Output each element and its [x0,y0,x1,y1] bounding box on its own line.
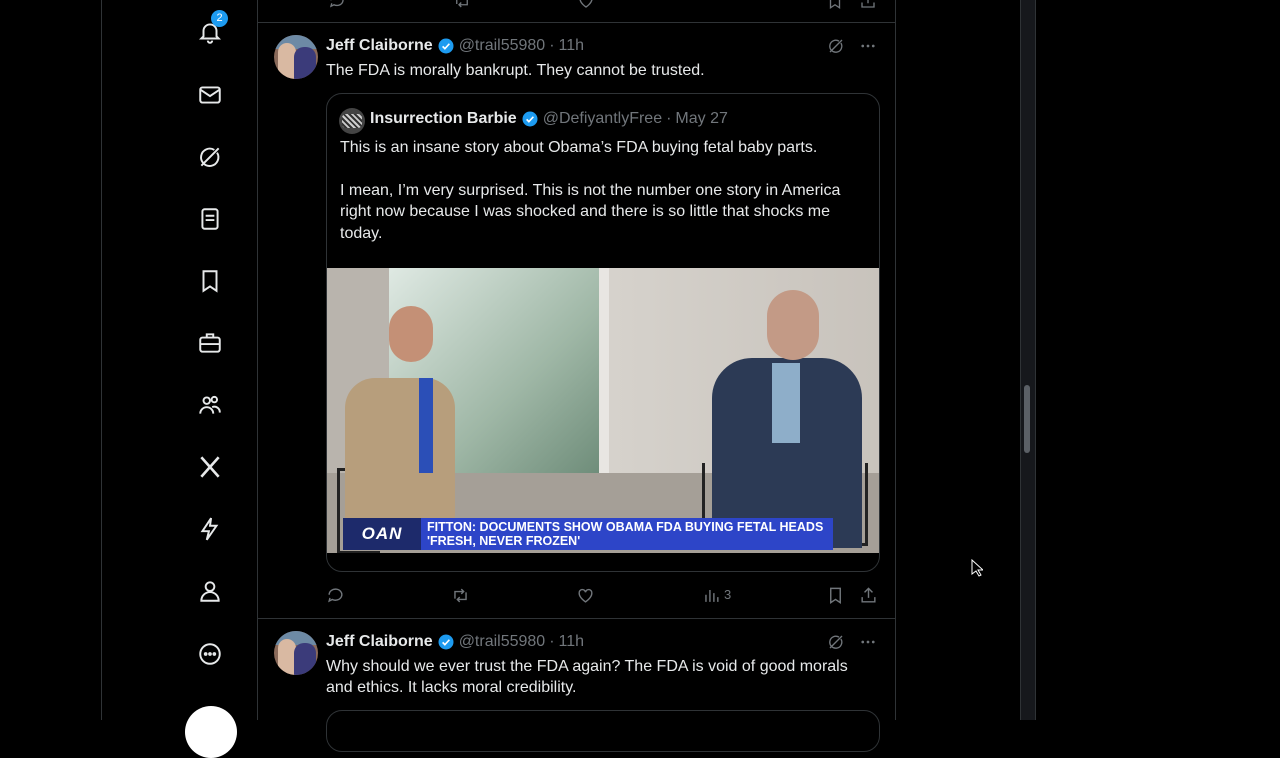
more-icon[interactable] [859,633,877,651]
share-icon[interactable] [859,586,878,605]
like-icon[interactable] [576,586,595,605]
x-logo-icon [200,456,220,478]
nav-profile[interactable] [178,567,242,615]
more-icon[interactable] [859,37,877,55]
quote-header: Insurrection Barbie @DefiyantlyFree · Ma… [370,110,728,128]
quote-date[interactable]: May 27 [675,110,727,128]
post-button[interactable] [185,706,237,758]
retweet-icon[interactable] [453,0,471,10]
verified-badge-icon [438,634,454,650]
quote-text: This is an insane story about Obama’s FD… [340,137,865,265]
mouse-cursor-icon [971,559,983,577]
grok-icon[interactable] [827,37,845,55]
news-caption: FITTON: DOCUMENTS SHOW OBAMA FDA BUYING … [421,518,833,550]
tweet[interactable]: Jeff Claiborne @trail55980 · 11h Why sho… [258,619,895,720]
author-name[interactable]: Jeff Claiborne [326,37,433,55]
quote-paragraph: I mean, I’m very surprised. This is not … [340,181,841,242]
nav-bookmarks[interactable] [178,257,242,305]
timestamp[interactable]: 11h [559,37,585,55]
quote-avatar[interactable] [339,108,365,134]
nav-notifications[interactable]: 2 [178,8,242,56]
mail-icon [199,86,221,104]
communities-icon [199,395,221,414]
nav-lists[interactable] [178,195,242,243]
nav-more[interactable] [178,630,242,678]
jobs-icon [199,333,221,353]
nav-premium[interactable] [178,443,242,491]
verified-badge-icon [438,38,454,54]
nav-verified-orgs[interactable] [178,505,242,553]
profile-icon [200,581,220,602]
previous-tweet-actions [258,0,895,23]
reply-icon[interactable] [328,0,346,10]
avatar[interactable] [274,631,318,675]
tweet-header-icons [827,633,877,651]
grok-icon[interactable] [827,633,845,651]
reply-icon[interactable] [326,586,345,605]
avatar[interactable] [274,35,318,79]
timestamp[interactable]: 11h [559,633,585,651]
feed-right-border [895,0,896,720]
scrollbar-thumb[interactable] [1024,385,1030,453]
tweet-header: Jeff Claiborne @trail55980 · 11h [326,633,584,651]
bookmark-icon [202,270,218,293]
lightning-icon [200,517,219,541]
retweet-icon[interactable] [451,586,470,605]
separator: · [549,633,555,650]
views-icon[interactable] [702,586,721,605]
tweet-text: The FDA is morally bankrupt. They cannot… [326,62,705,79]
more-circle-icon [199,643,221,665]
author-handle[interactable]: @trail55980 [459,37,546,55]
bookmark-icon[interactable] [826,586,845,605]
notification-badge: 2 [211,10,228,27]
quoted-tweet[interactable] [326,710,880,752]
verified-badge-icon [522,111,538,127]
tweet-actions: 3 [326,584,886,608]
nav-communities[interactable] [178,381,242,429]
bookmark-icon[interactable] [826,0,844,10]
author-handle[interactable]: @trail55980 [459,633,546,651]
share-icon[interactable] [859,0,877,10]
separator: · [549,37,555,54]
quote-paragraph: This is an insane story about Obama’s FD… [340,139,818,156]
quote-author-handle[interactable]: @DefiyantlyFree [543,110,662,128]
views-count: 3 [724,587,732,602]
sidebar-divider [101,0,102,720]
tweet-header: Jeff Claiborne @trail55980 · 11h [326,37,584,55]
nav-jobs[interactable] [178,319,242,367]
quote-author-name[interactable]: Insurrection Barbie [370,110,517,128]
nav-messages[interactable] [178,71,242,119]
like-icon[interactable] [577,0,595,10]
tweet-header-icons [827,37,877,55]
author-name[interactable]: Jeff Claiborne [326,633,433,651]
scrollbar-track[interactable] [1020,0,1036,720]
tweet-text: Why should we ever trust the FDA again? … [326,658,848,696]
grok-icon [200,147,220,167]
lists-icon [201,208,219,230]
news-lower-third: OAN FITTON: DOCUMENTS SHOW OBAMA FDA BUY… [343,518,833,550]
interviewer-figure [345,378,455,538]
separator: · [666,110,672,127]
video-thumbnail[interactable]: OAN FITTON: DOCUMENTS SHOW OBAMA FDA BUY… [327,268,879,553]
nav-grok[interactable] [178,133,242,181]
quoted-tweet[interactable]: Insurrection Barbie @DefiyantlyFree · Ma… [326,93,880,572]
network-logo: OAN [343,518,421,550]
